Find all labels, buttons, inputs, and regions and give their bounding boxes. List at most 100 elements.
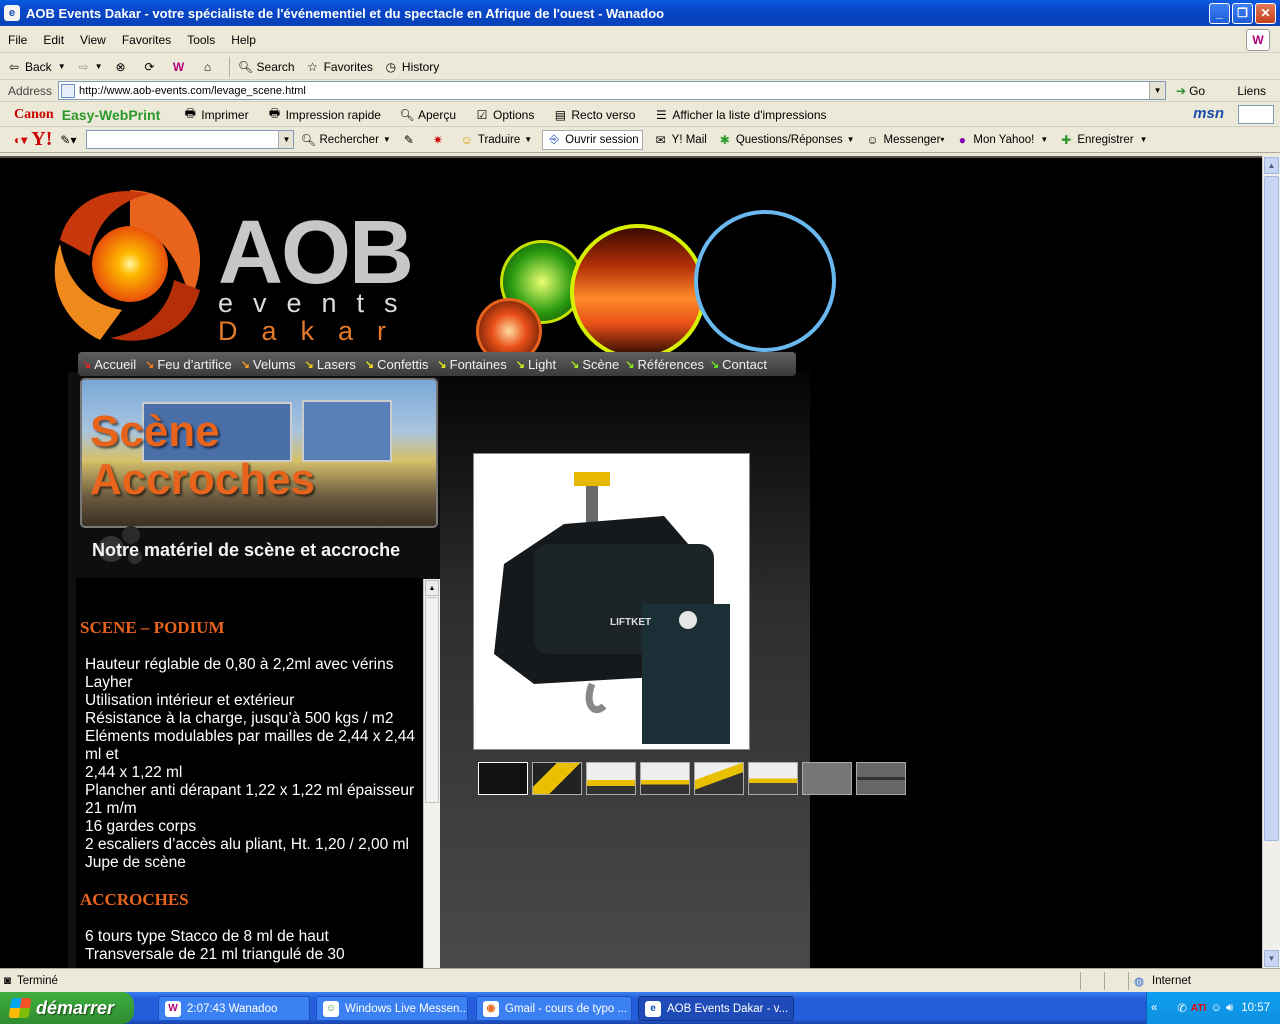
yahoo-search-input[interactable]: ▼ (86, 130, 295, 149)
menu-tools[interactable]: Tools (179, 33, 223, 47)
task-wanadoo[interactable]: W 2:07:43 Wanadoo (158, 996, 310, 1021)
yahoo-menu-icon[interactable]: ◐▾ (14, 133, 27, 147)
easy-webprint-menu[interactable]: Easy-WebPrint (62, 107, 161, 123)
refresh-button[interactable]: ⟳ (142, 59, 161, 75)
volume-icon[interactable]: 🔊︎ (1226, 1002, 1233, 1015)
ouvrir-session-button[interactable]: ⎆ Ouvrir session (542, 129, 643, 150)
thumbnail-hoist[interactable] (478, 762, 528, 795)
tray-app-icon[interactable]: ✆ (1177, 1001, 1187, 1015)
search-dropdown-icon[interactable]: ▼ (278, 131, 294, 148)
task-aob-events[interactable]: e AOB Events Dakar - v... (638, 996, 794, 1021)
ati-icon[interactable]: ATI (1191, 1003, 1206, 1014)
apercu-button[interactable]: 🔍︎ Aperçu (399, 107, 456, 123)
stop-button[interactable]: ⊗ (113, 59, 132, 75)
thumbnail-ramp-4[interactable] (694, 762, 744, 795)
window-title-bar[interactable]: e AOB Events Dakar - votre spécialiste d… (0, 0, 1280, 26)
scroll-down-icon[interactable]: ▼ (1264, 950, 1279, 967)
thumbnail-cable-ramp[interactable] (532, 762, 582, 795)
yahoo-logo[interactable]: Y! (31, 128, 52, 151)
maximize-button[interactable]: ❐ (1232, 2, 1253, 24)
close-button[interactable]: ✕ (1255, 2, 1276, 24)
security-zone-label: Internet (1152, 974, 1191, 987)
messenger-tray-icon[interactable]: ☺ (1210, 1002, 1222, 1014)
questions-button[interactable]: ✱ Questions/Réponses ▼ (717, 132, 855, 148)
minimize-button[interactable]: _ (1209, 2, 1230, 24)
scroll-up-icon[interactable]: ▲ (1264, 157, 1279, 174)
mail-button[interactable]: ✉ Y! Mail (653, 132, 707, 148)
nav-accueil[interactable]: ↘ Accueil (82, 357, 136, 372)
mon-yahoo-button[interactable]: ● Mon Yahoo! ▼ (954, 132, 1049, 148)
translate-icon: ☺ (460, 132, 473, 147)
mail-icon: ✉ (655, 132, 666, 147)
page-scrollbar[interactable]: ▲ ▼ (1262, 156, 1280, 968)
page-done-icon: ◙ (4, 974, 11, 987)
search-button[interactable]: 🔍︎ Search (238, 59, 295, 75)
menu-edit[interactable]: Edit (35, 33, 72, 47)
list-icon: ☰ (656, 107, 667, 122)
thumbnail-ramp-2[interactable] (586, 762, 636, 795)
nav-lasers[interactable]: ↘ Lasers (305, 357, 356, 372)
nav-contact[interactable]: ↘ Contact (710, 357, 767, 372)
menu-help[interactable]: Help (223, 33, 264, 47)
clock[interactable]: 10:57 (1241, 1002, 1270, 1014)
nav-references[interactable]: ↘ Références (625, 357, 704, 372)
forward-button[interactable]: ⇨ ▼ (76, 59, 103, 75)
back-button[interactable]: ⇦ Back ▼ (6, 59, 66, 75)
scene-banner-image: Scène Accroches (80, 378, 438, 528)
home-button[interactable]: ⌂ (200, 59, 219, 75)
msn-search-input[interactable] (1238, 105, 1274, 124)
links-toolbar[interactable]: Liens (1237, 84, 1266, 98)
impression-rapide-button[interactable]: 🖶︎ Impression rapide (267, 106, 381, 123)
wanadoo-logo-icon: W (1246, 29, 1270, 51)
task-messenger[interactable]: ☺ Windows Live Messen... (316, 996, 468, 1021)
menu-favorites[interactable]: Favorites (114, 33, 179, 47)
enregistrer-button[interactable]: ✚ Enregistrer ▼ (1058, 132, 1147, 148)
messenger-button[interactable]: ☺ Messenger ▾ (865, 132, 944, 148)
nav-fontaines[interactable]: ↘ Fontaines (437, 357, 506, 372)
nav-arrow-icon: ↘ (364, 358, 375, 371)
history-button[interactable]: ◷ History (383, 59, 440, 75)
thumbnail-ramp-3[interactable] (640, 762, 690, 795)
rechercher-button[interactable]: 🔍︎ Rechercher ▼ (300, 132, 391, 148)
print-list-button[interactable]: ☰ Afficher la liste d'impressions (653, 107, 827, 123)
pencil-icon[interactable]: ✎▾ (60, 133, 76, 147)
nav-feu-artifice[interactable]: ↘ Feu d’artifice (145, 357, 232, 372)
start-button[interactable]: démarrer (0, 992, 134, 1024)
nav-arrow-icon: ↘ (625, 358, 635, 371)
scrollbar-thumb[interactable] (425, 597, 439, 803)
bookmark-icon: ✚ (1061, 132, 1072, 147)
printer-icon: 🖶︎ (184, 106, 196, 120)
menu-view[interactable]: View (72, 33, 114, 47)
msn-logo[interactable]: msn (1193, 105, 1224, 122)
nav-velums[interactable]: ↘ Velums (241, 357, 296, 372)
stage-screen-image (302, 400, 392, 462)
address-input[interactable]: http://www.aob-events.com/levage_scene.h… (58, 81, 1167, 100)
ie-icon: e (4, 5, 20, 21)
imprimer-button[interactable]: 🖶︎ Imprimer (182, 106, 249, 123)
aob-logo-text: AOB (218, 203, 414, 303)
recto-verso-button[interactable]: ▤ Recto verso (552, 107, 636, 123)
nav-scene[interactable]: ↘ Scène (570, 357, 619, 372)
login-icon: ⎆ (549, 132, 559, 146)
options-button[interactable]: ☑ Options (474, 107, 535, 123)
thumbnail-truss-1[interactable] (802, 762, 852, 795)
scroll-up-icon[interactable]: ▲ (425, 580, 439, 596)
text-pane-scrollbar[interactable]: ▲ (423, 579, 440, 968)
antispy-button[interactable]: ✷ (430, 132, 449, 148)
task-gmail[interactable]: ◉ Gmail - cours de typo ... (476, 996, 632, 1021)
highlight-button[interactable]: ✎ (401, 132, 420, 148)
thumbnail-ramp-5[interactable] (748, 762, 798, 795)
thumbnail-truss-2[interactable] (856, 762, 906, 795)
traduire-button[interactable]: ☺ Traduire ▼ (459, 132, 532, 148)
back-arrow-icon: ⇦ (8, 59, 20, 74)
favorites-button[interactable]: ☆ Favorites (305, 59, 373, 75)
tray-expand-icon[interactable]: « (1151, 1002, 1157, 1014)
address-dropdown-icon[interactable]: ▼ (1149, 82, 1166, 99)
internet-zone-icon: ◍ (1134, 975, 1145, 988)
wanadoo-button[interactable]: W (171, 59, 190, 75)
menu-file[interactable]: File (0, 33, 35, 47)
go-button[interactable]: ➔ Go (1176, 84, 1205, 98)
scrollbar-thumb[interactable] (1264, 176, 1279, 841)
nav-confettis[interactable]: ↘ Confettis (365, 357, 429, 372)
nav-light[interactable]: ↘ Light (516, 357, 556, 372)
